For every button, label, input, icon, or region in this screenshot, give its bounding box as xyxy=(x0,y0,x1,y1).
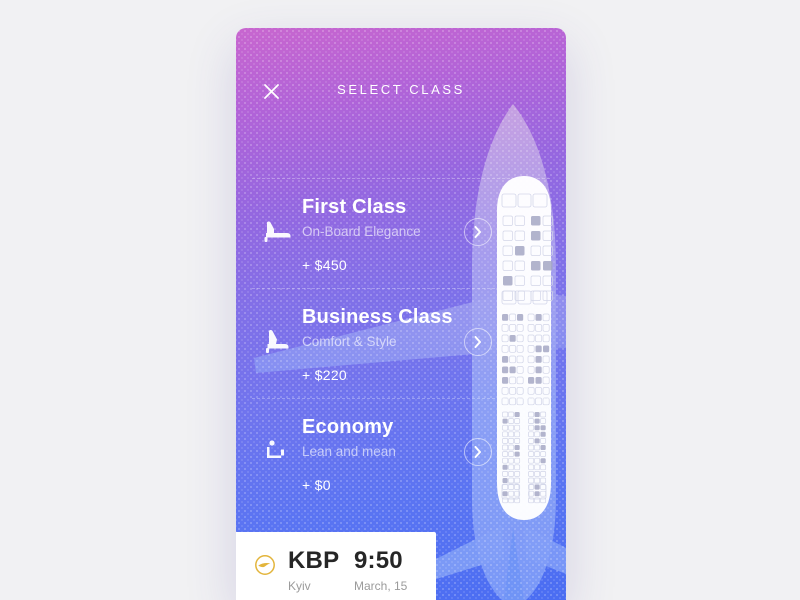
seat-upright-icon xyxy=(258,432,298,472)
select-business-class-button[interactable] xyxy=(464,328,492,356)
class-subtitle: Comfort & Style xyxy=(302,334,397,349)
class-text-block: Business Class Comfort & Style + $220 xyxy=(302,304,453,386)
departure-date: March, 15 xyxy=(354,579,408,593)
class-option-economy[interactable]: Economy Lean and mean + $0 xyxy=(236,398,566,508)
lufthansa-crane-icon xyxy=(254,554,276,576)
class-text-block: First Class On-Board Elegance + $450 xyxy=(302,194,421,276)
class-price: + $450 xyxy=(302,257,348,273)
row-divider xyxy=(252,178,550,179)
select-first-class-button[interactable] xyxy=(464,218,492,246)
class-subtitle: Lean and mean xyxy=(302,444,396,459)
select-economy-button[interactable] xyxy=(464,438,492,466)
class-subtitle: On-Board Elegance xyxy=(302,224,421,239)
class-title: Business Class xyxy=(302,306,453,328)
class-option-business-class[interactable]: Business Class Comfort & Style + $220 xyxy=(236,288,566,398)
departure-time: 9:50 xyxy=(354,547,403,574)
airport-code: KBP xyxy=(288,547,340,574)
screen-header: SELECT CLASS xyxy=(236,28,566,99)
class-title: First Class xyxy=(302,196,407,218)
airport-city: Kyiv xyxy=(288,579,311,593)
class-price: + $0 xyxy=(302,477,331,493)
page-title: SELECT CLASS xyxy=(337,82,465,97)
departure-time-block: 9:50 March, 15 xyxy=(354,547,407,595)
departure-airport: KBP Kyiv xyxy=(288,547,339,595)
class-price: + $220 xyxy=(302,367,348,383)
chevron-right-icon xyxy=(474,226,481,238)
class-text-block: Economy Lean and mean + $0 xyxy=(302,414,396,496)
chevron-right-icon xyxy=(474,336,481,348)
class-list: First Class On-Board Elegance + $450 Bus… xyxy=(236,178,566,509)
seat-recline-icon xyxy=(258,322,298,362)
row-divider xyxy=(252,398,550,399)
seat-flat-recline-icon xyxy=(258,212,298,252)
row-divider xyxy=(252,288,550,289)
class-option-first-class[interactable]: First Class On-Board Elegance + $450 xyxy=(236,178,566,288)
select-class-screen: SELECT CLASS First Class On-Board Elegan… xyxy=(236,28,566,600)
flight-summary-card[interactable]: KBP Kyiv 9:50 March, 15 xyxy=(236,532,436,600)
class-title: Economy xyxy=(302,416,394,438)
chevron-right-icon xyxy=(474,446,481,458)
